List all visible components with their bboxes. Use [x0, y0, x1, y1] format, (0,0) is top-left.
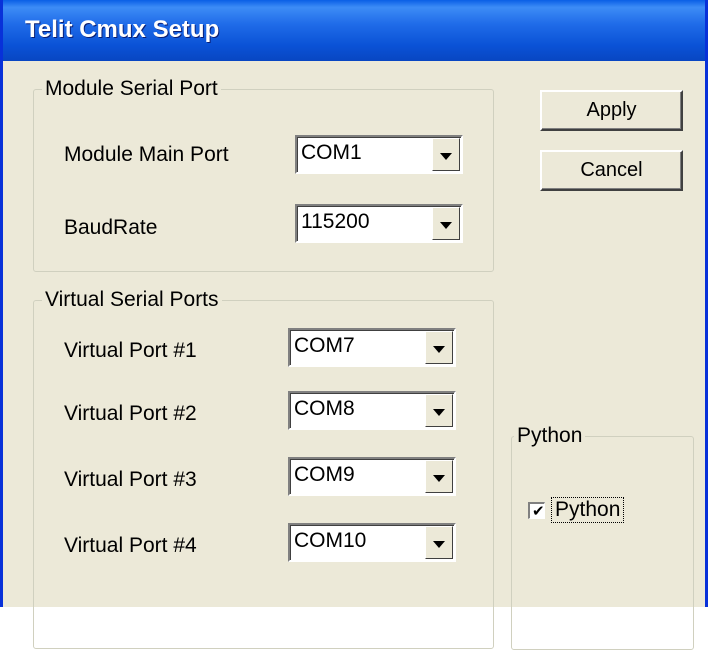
module-serial-port-group: Module Serial Port Module Main Port COM1… — [33, 76, 494, 272]
module-main-port-label: Module Main Port — [64, 143, 229, 166]
virtual-port-3-select[interactable]: COM9 — [288, 457, 456, 496]
apply-button[interactable]: Apply — [540, 90, 683, 131]
python-group-title: Python — [514, 423, 586, 449]
virtual-port-4-value: COM10 — [294, 529, 367, 552]
dialog-window: Telit Cmux Setup Module Serial Port Modu… — [0, 0, 708, 650]
chevron-down-icon — [433, 541, 445, 548]
virtual-port-2-select[interactable]: COM8 — [288, 391, 456, 430]
baud-rate-select[interactable]: 115200 — [295, 204, 463, 243]
virtual-port-1-select[interactable]: COM7 — [288, 328, 456, 367]
title-bar[interactable]: Telit Cmux Setup — [3, 0, 705, 61]
chevron-down-icon — [440, 222, 452, 229]
chevron-down-icon — [433, 346, 445, 353]
cancel-button-label: Cancel — [580, 159, 643, 181]
virtual-port-4-select[interactable]: COM10 — [288, 523, 456, 562]
cancel-button[interactable]: Cancel — [540, 150, 683, 191]
apply-button-label: Apply — [586, 99, 637, 121]
virtual-port-2-value: COM8 — [294, 397, 355, 420]
chevron-down-icon — [433, 409, 445, 416]
virtual-port-3-label: Virtual Port #3 — [64, 468, 197, 491]
chevron-down-icon — [433, 475, 445, 482]
baud-rate-dropdown-button[interactable] — [432, 207, 460, 240]
virtual-port-2-label: Virtual Port #2 — [64, 402, 197, 425]
module-main-port-select[interactable]: COM1 — [295, 135, 463, 174]
baud-rate-value: 115200 — [301, 210, 370, 233]
module-serial-port-group-title: Module Serial Port — [42, 76, 221, 102]
virtual-port-1-value: COM7 — [294, 334, 355, 357]
virtual-port-4-dropdown-button[interactable] — [425, 526, 453, 559]
window-title: Telit Cmux Setup — [25, 16, 220, 43]
virtual-port-1-label: Virtual Port #1 — [64, 339, 197, 362]
module-main-port-dropdown-button[interactable] — [432, 138, 460, 171]
virtual-port-4-label: Virtual Port #4 — [64, 534, 197, 557]
dialog-client-area: Module Serial Port Module Main Port COM1… — [3, 61, 705, 650]
python-group: Python ✔ Python — [511, 423, 694, 650]
chevron-down-icon — [440, 153, 452, 160]
virtual-port-2-dropdown-button[interactable] — [425, 394, 453, 427]
python-checkbox[interactable]: ✔ — [528, 501, 545, 520]
python-checkbox-row[interactable]: ✔ Python — [528, 497, 625, 523]
virtual-port-1-dropdown-button[interactable] — [425, 331, 453, 364]
python-checkbox-label[interactable]: Python — [551, 497, 625, 523]
virtual-port-3-dropdown-button[interactable] — [425, 460, 453, 493]
baud-rate-label: BaudRate — [64, 216, 158, 239]
module-main-port-value: COM1 — [301, 141, 362, 164]
checkmark-icon: ✔ — [532, 501, 545, 520]
virtual-serial-ports-group-title: Virtual Serial Ports — [42, 287, 222, 313]
virtual-port-3-value: COM9 — [294, 463, 355, 486]
virtual-serial-ports-group: Virtual Serial Ports Virtual Port #1 COM… — [33, 287, 494, 649]
